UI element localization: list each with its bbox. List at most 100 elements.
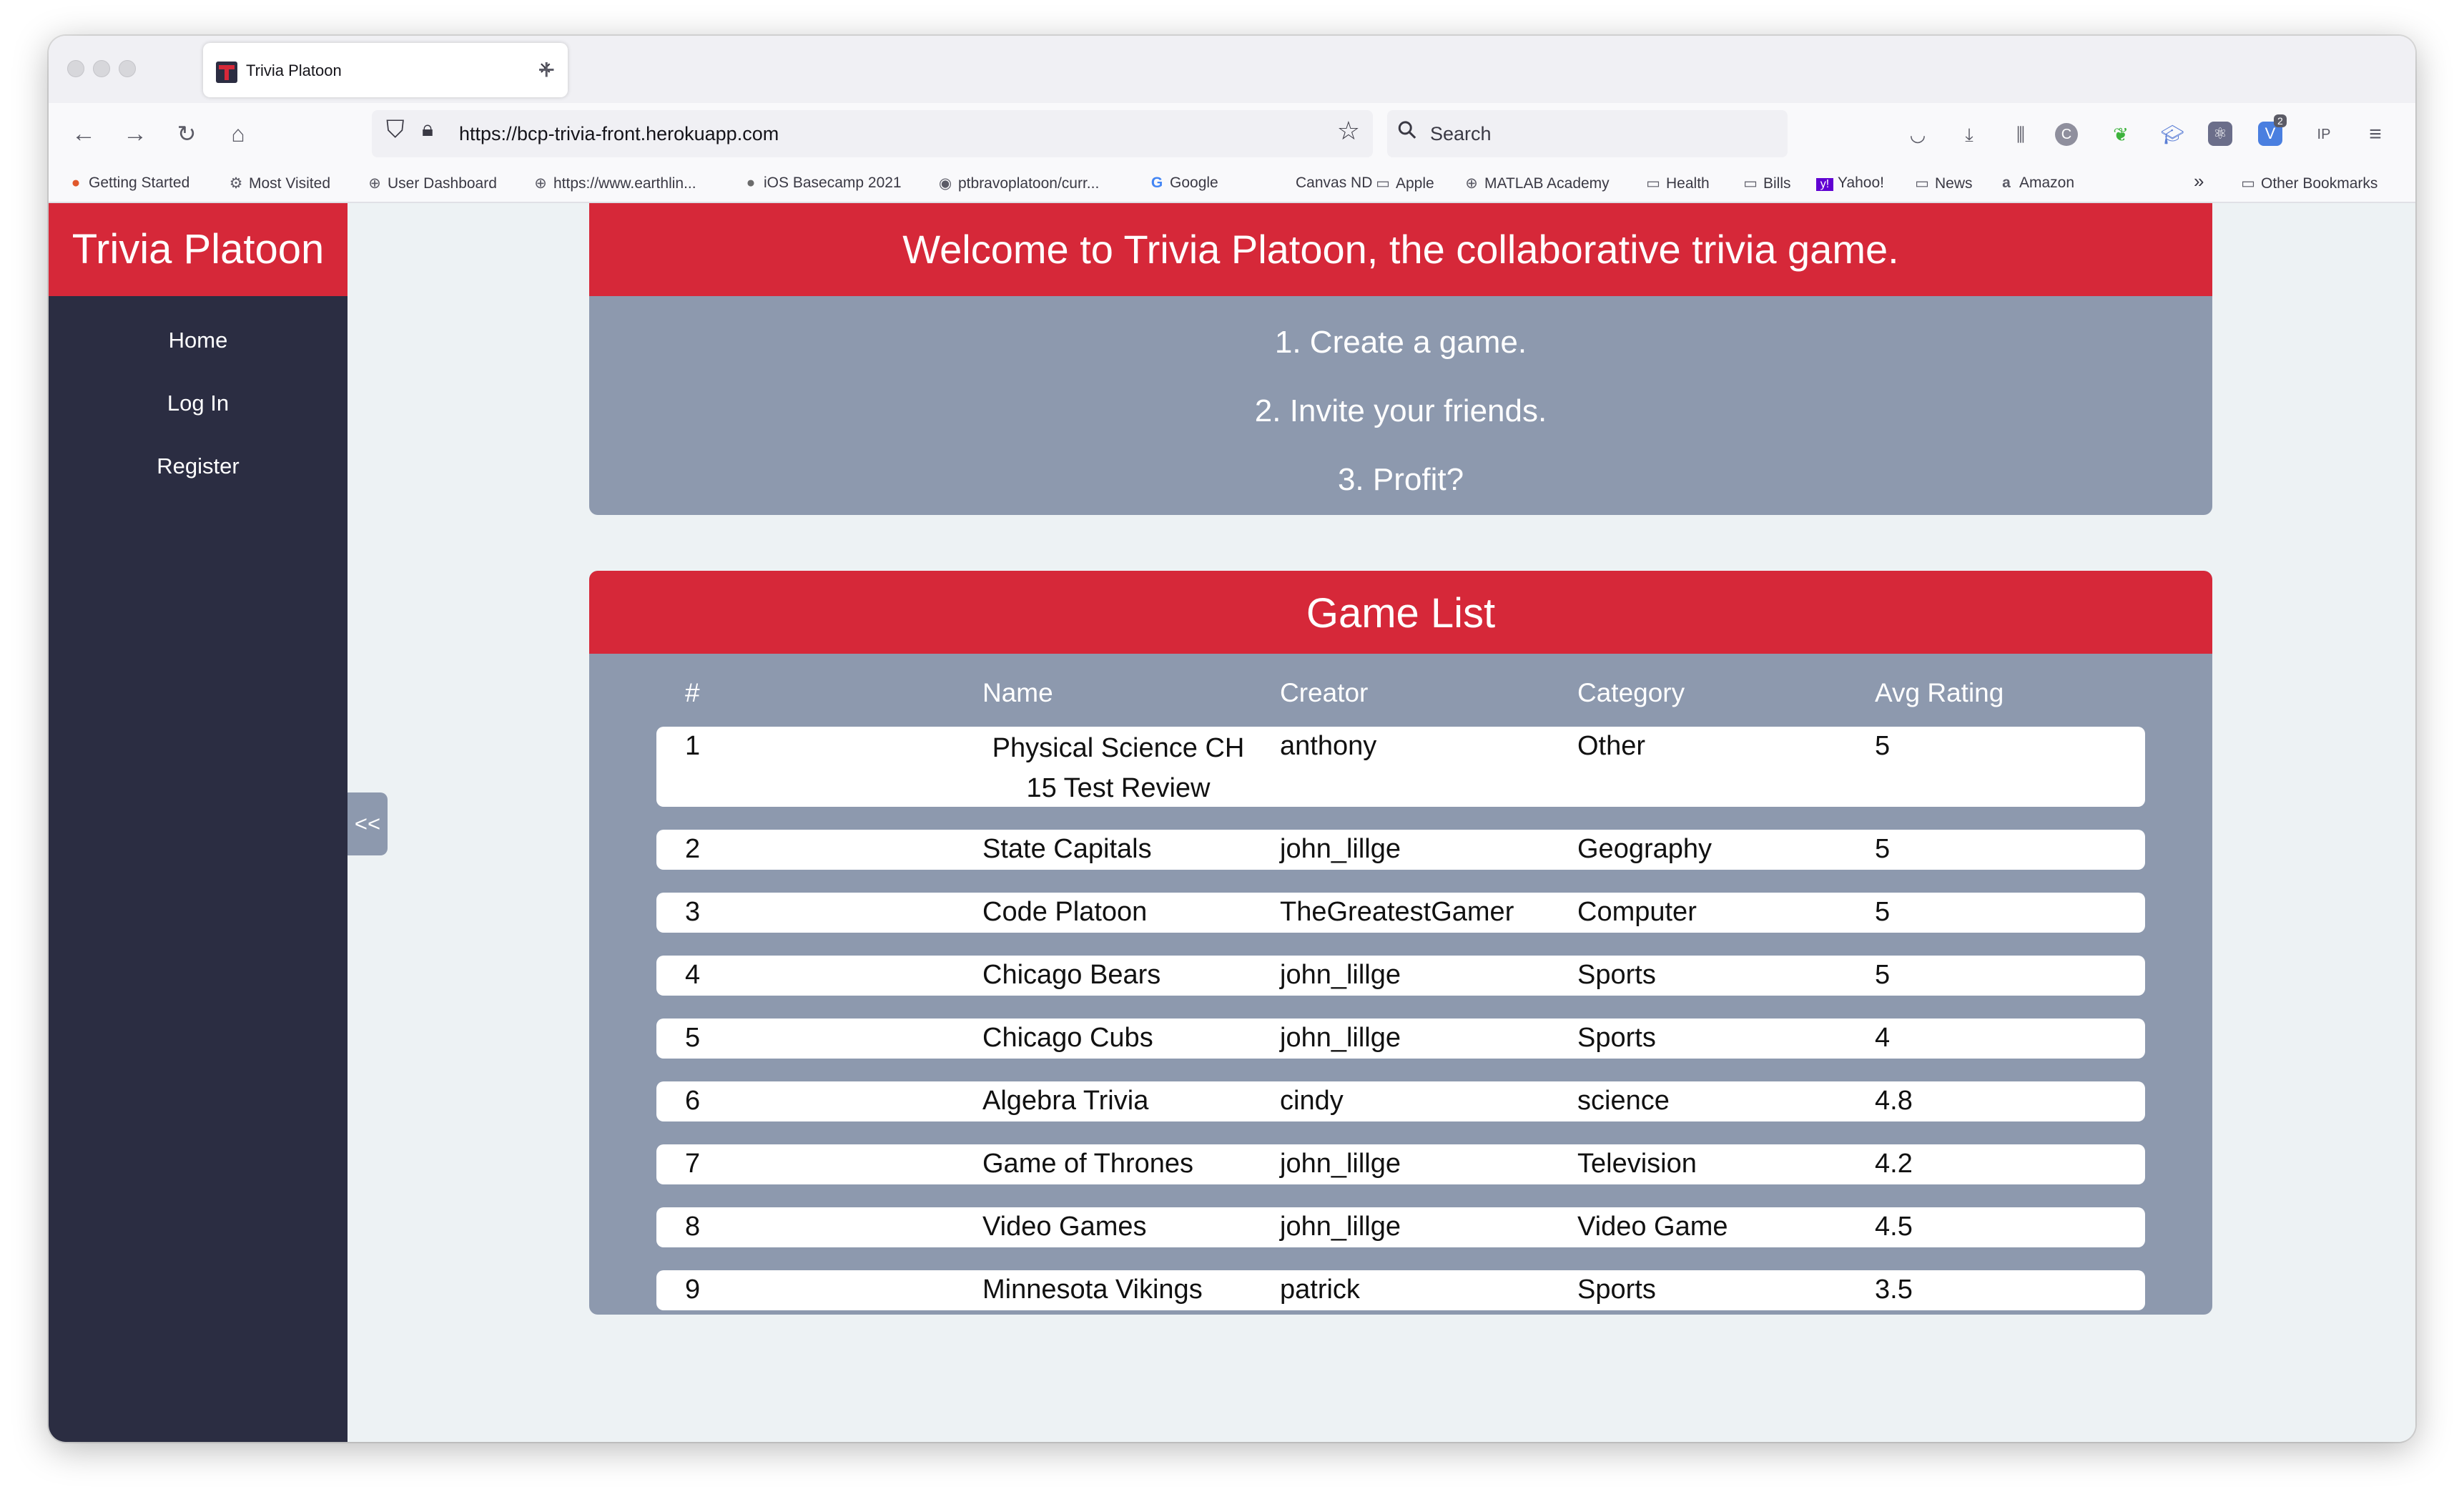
extension-c-icon[interactable]: C (2055, 123, 2078, 146)
collapse-sidebar-button[interactable]: << (348, 792, 388, 855)
cell-number: 3 (685, 897, 701, 927)
reload-icon[interactable]: ↻ (169, 116, 204, 152)
globe-icon: ⊕ (368, 175, 381, 192)
pocket-icon[interactable]: ◡ (1902, 119, 1933, 150)
table-row[interactable]: 8 Video Games john_lillge Video Game 4.5 (656, 1207, 2145, 1247)
other-bookmarks-folder[interactable]: ▭ Other Bookmarks (2239, 175, 2377, 192)
sidebar-link-home[interactable]: Home (49, 328, 348, 353)
bookmark-folder[interactable]: ▭ Health (1645, 175, 1710, 192)
library-icon[interactable]: ⫼ (2005, 119, 2036, 150)
column-header-rating: Avg Rating (1875, 678, 2004, 707)
browser-tab[interactable]: Trivia Platoon × (203, 43, 568, 97)
cell-name: Chicago Bears (982, 960, 1161, 990)
tracking-shield-icon[interactable]: ⛉ (386, 116, 405, 144)
bookmark-folder[interactable]: ▭ Apple (1374, 175, 1434, 192)
cell-creator: patrick (1280, 1275, 1360, 1305)
sidebar-link-login[interactable]: Log In (49, 391, 348, 416)
more-bookmarks-chevron-icon[interactable]: » (2194, 170, 2204, 192)
welcome-step: 3. Profit? (1337, 462, 1464, 497)
graduation-cap-icon[interactable]: 🎓︎ (2157, 119, 2188, 150)
table-row[interactable]: 6 Algebra Trivia cindy science 4.8 (656, 1081, 2145, 1121)
cell-category: Geography (1577, 834, 1713, 864)
yahoo-icon: y! (1816, 178, 1833, 191)
bookmark-item[interactable]: ⊕ https://www.earthlin... (532, 175, 696, 192)
bookmark-item[interactable]: y! Yahoo! (1816, 175, 1884, 192)
bookmark-item[interactable]: a Amazon (1998, 175, 2074, 192)
cell-name: Minnesota Vikings (982, 1275, 1203, 1305)
gear-icon: ⚙ (229, 175, 243, 192)
cell-category: Other (1577, 731, 1646, 761)
table-row[interactable]: 1 Physical Science CH 15 Test Review ant… (656, 727, 2145, 807)
react-devtools-icon[interactable]: ⚛ (2208, 122, 2232, 146)
close-window-button[interactable] (67, 60, 84, 77)
download-icon[interactable]: ⤓ (1953, 119, 1985, 150)
url-text[interactable]: https://bcp-trivia-front.herokuapp.com (459, 123, 779, 145)
evernote-icon[interactable]: ❦ (2105, 119, 2137, 150)
cell-rating: 5 (1875, 731, 1891, 761)
folder-icon: ▭ (1376, 175, 1390, 192)
globe-icon: ⊕ (534, 175, 547, 192)
cell-name: Chicago Cubs (982, 1023, 1153, 1053)
navigation-toolbar: ← → ↻ ⌂ ⛉ 🔒︎ https://bcp-trivia-front.he… (49, 103, 2415, 166)
cell-rating: 5 (1875, 960, 1891, 990)
table-row[interactable]: 7 Game of Thrones john_lillge Television… (656, 1144, 2145, 1184)
lock-icon[interactable]: 🔒︎ (422, 117, 433, 142)
table-row[interactable]: 9 Minnesota Vikings patrick Sports 3.5 (656, 1270, 2145, 1310)
cell-rating: 5 (1875, 834, 1891, 864)
address-bar[interactable]: ⛉ 🔒︎ https://bcp-trivia-front.herokuapp.… (372, 110, 1373, 157)
forward-arrow-icon[interactable]: → (117, 116, 153, 152)
search-input[interactable]: ⚲ Search (1387, 110, 1788, 157)
cell-number: 8 (685, 1212, 701, 1242)
table-row[interactable]: 2 State Capitals john_lillge Geography 5 (656, 830, 2145, 870)
bookmarks-toolbar: ● Getting Started ⚙ Most Visited ⊕ User Das… (49, 166, 2415, 203)
bookmark-item[interactable]: ● Getting Started (67, 175, 190, 192)
table-row[interactable]: 4 Chicago Bears john_lillge Sports 5 (656, 956, 2145, 996)
bookmark-item[interactable]: ⊕ User Dashboard (366, 175, 497, 192)
minimize-window-button[interactable] (93, 60, 110, 77)
bookmark-item[interactable]: ◉ ptbravoplatoon/curr... (937, 175, 1099, 192)
bookmark-star-icon[interactable]: ☆ (1337, 116, 1360, 146)
new-tab-icon[interactable]: + (538, 51, 556, 87)
extension-ip-icon[interactable]: IP (2308, 119, 2340, 150)
welcome-card: Welcome to Trivia Platoon, the collabora… (589, 203, 2212, 515)
amazon-icon: a (2002, 175, 2011, 191)
column-header-category: Category (1577, 678, 1685, 707)
cell-name: Code Platoon (982, 897, 1148, 927)
bookmark-item[interactable]: Canvas ND (1274, 175, 1372, 192)
back-arrow-icon[interactable]: ← (66, 116, 102, 152)
home-icon[interactable]: ⌂ (220, 116, 256, 152)
brand-title[interactable]: Trivia Platoon (49, 203, 348, 296)
bookmark-folder[interactable]: ▭ Bills (1742, 175, 1790, 192)
cell-number: 5 (685, 1023, 701, 1053)
extension-badge: 2 (2274, 114, 2287, 127)
cell-category: science (1577, 1086, 1670, 1116)
cell-category: Television (1577, 1149, 1697, 1179)
cell-number: 4 (685, 960, 701, 990)
folder-icon: ▭ (1646, 175, 1660, 192)
tab-title: Trivia Platoon (246, 62, 342, 79)
cell-name: Game of Thrones (982, 1149, 1194, 1179)
bookmark-item[interactable]: ● iOS Basecamp 2021 (742, 175, 902, 192)
zoom-window-button[interactable] (119, 60, 136, 77)
cell-number: 1 (685, 731, 701, 761)
firefox-icon: ● (71, 175, 81, 191)
search-icon: ⚲ (1391, 114, 1424, 147)
bookmark-item[interactable]: ⚙ Most Visited (227, 175, 330, 192)
browser-window: Trivia Platoon × + ← → ↻ ⌂ ⛉ 🔒︎ https://… (49, 36, 2415, 1442)
bookmark-item[interactable]: G Google (1148, 175, 1218, 192)
folder-icon: ▭ (1915, 175, 1929, 192)
table-row[interactable]: 5 Chicago Cubs john_lillge Sports 4 (656, 1018, 2145, 1059)
cell-name: Video Games (982, 1212, 1147, 1242)
bookmark-item[interactable]: ⊕ MATLAB Academy (1463, 175, 1610, 192)
cell-category: Sports (1577, 960, 1656, 990)
cell-category: Video Game (1577, 1212, 1728, 1242)
menu-hamburger-icon[interactable]: ≡ (2360, 119, 2391, 150)
bookmark-folder[interactable]: ▭ News (1913, 175, 1972, 192)
cell-rating: 5 (1875, 897, 1891, 927)
search-placeholder[interactable]: Search (1430, 123, 1492, 145)
welcome-title: Welcome to Trivia Platoon, the collabora… (589, 203, 2212, 296)
cell-name: State Capitals (982, 834, 1152, 864)
sidebar-link-register[interactable]: Register (49, 453, 348, 479)
table-row[interactable]: 3 Code Platoon TheGreatestGamer Computer… (656, 893, 2145, 933)
cell-rating: 4.5 (1875, 1212, 1913, 1242)
